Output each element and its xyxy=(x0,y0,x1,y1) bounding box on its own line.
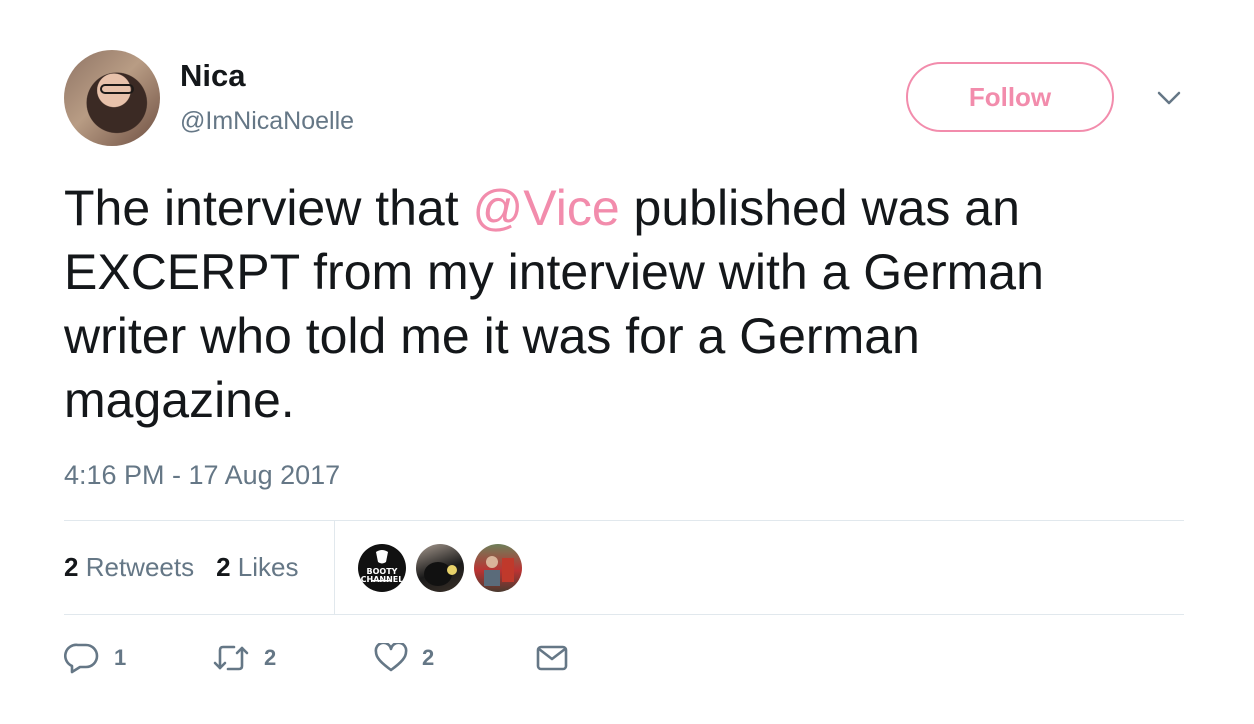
follow-button[interactable]: Follow xyxy=(906,62,1114,132)
likes-label: Likes xyxy=(237,552,299,582)
heart-icon xyxy=(374,643,408,672)
chevron-down-icon[interactable] xyxy=(1156,88,1182,108)
tweet-actions: 1 2 2 xyxy=(64,642,568,674)
reply-count: 1 xyxy=(114,645,127,670)
like-count: 2 xyxy=(422,645,435,670)
retweet-count: 2 xyxy=(264,645,277,670)
display-name[interactable]: Nica xyxy=(180,58,245,94)
liker-avatar[interactable] xyxy=(416,544,464,592)
retweet-icon xyxy=(213,645,249,671)
tweet-text: The interview that @Vice published was a… xyxy=(64,176,1194,432)
retweets-count: 2 xyxy=(64,552,79,582)
mention-link[interactable]: @Vice xyxy=(473,180,620,236)
direct-message-action[interactable] xyxy=(536,645,568,671)
retweets-stat[interactable]: 2 Retweets xyxy=(64,552,194,583)
dog-avatar-icon xyxy=(424,562,457,586)
liker-logo-text: BOOTY CHANNEL xyxy=(360,567,404,584)
envelope-icon xyxy=(536,645,568,671)
glasses-detail xyxy=(100,84,134,94)
retweet-action[interactable]: 2 xyxy=(212,643,374,673)
liker-avatar[interactable] xyxy=(474,544,522,592)
like-action[interactable]: 2 xyxy=(374,643,536,673)
engagement-stats: 2 Retweets 2 Likes xyxy=(64,552,299,583)
reply-icon xyxy=(64,643,99,674)
stats-separator xyxy=(334,521,335,614)
tweet-timestamp[interactable]: 4:16 PM - 17 Aug 2017 xyxy=(64,460,340,491)
divider xyxy=(64,520,1184,521)
liker-avatar[interactable]: BOOTY CHANNEL xyxy=(358,544,406,592)
divider xyxy=(64,614,1184,615)
user-avatar-icon xyxy=(484,556,514,586)
avatar[interactable] xyxy=(64,50,160,146)
likes-stat[interactable]: 2 Likes xyxy=(216,552,298,583)
tweet-text-part: The interview that xyxy=(64,180,473,236)
likes-count: 2 xyxy=(216,552,231,582)
retweets-label: Retweets xyxy=(85,552,195,582)
user-handle[interactable]: @ImNicaNoelle xyxy=(180,107,354,136)
reply-action[interactable]: 1 xyxy=(64,642,212,674)
